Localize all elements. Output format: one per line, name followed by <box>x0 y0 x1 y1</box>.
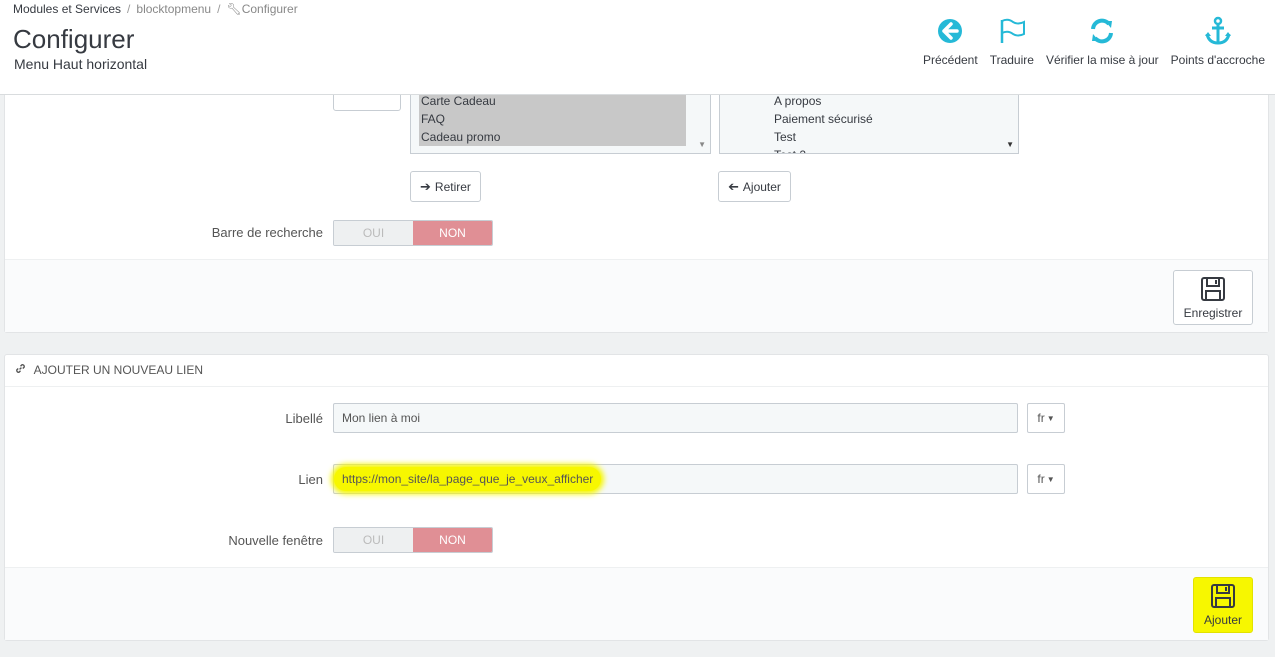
floppy-disk-icon <box>1201 276 1225 301</box>
switch-yes[interactable]: OUI <box>334 528 413 552</box>
arrow-right-icon: ➔ <box>420 178 431 194</box>
save-button-label: Enregistrer <box>1183 305 1243 320</box>
scroll-down-icon[interactable]: ▼ <box>1006 140 1014 149</box>
breadcrumb-item[interactable]: blocktopmenu <box>136 2 211 16</box>
previous-label: Précédent <box>922 53 978 67</box>
link-lang-dropdown[interactable]: fr ▼ <box>1027 464 1065 494</box>
lang-label: fr <box>1037 472 1045 486</box>
panel-footer: Ajouter <box>5 567 1268 640</box>
caret-down-icon: ▼ <box>1046 413 1055 423</box>
page-header: Modules et Services / blocktopmenu / 🔧︎Confi… <box>0 0 1275 95</box>
available-item[interactable]: Paiement sécurisé <box>720 110 1018 128</box>
label-input-value: Mon lien à moi <box>342 411 421 425</box>
caret-down-icon: ▼ <box>1046 474 1055 484</box>
add-link-button-label: Ajouter <box>1203 613 1243 627</box>
new-link-panel: AJOUTER UN NOUVEAU LIEN Libellé Mon lien… <box>4 354 1269 641</box>
link-input-value: https://mon_site/la_page_que_je_veux_aff… <box>334 467 602 491</box>
check-update-label: Vérifier la mise à jour <box>1045 53 1159 67</box>
translate-button[interactable]: Traduire <box>984 16 1040 67</box>
page-title: Configurer <box>13 24 135 54</box>
remove-button[interactable]: ➔ Retirer <box>410 171 481 202</box>
breadcrumb-separator: / <box>217 2 221 16</box>
label-input[interactable]: Mon lien à moi <box>333 403 1018 433</box>
menu-config-panel: Carte Cadeau FAQ Cadeau promo ▼ A propos… <box>4 60 1269 333</box>
selected-item[interactable]: Cadeau promo <box>419 128 686 146</box>
check-update-button[interactable]: Vérifier la mise à jour <box>1040 16 1165 67</box>
save-button[interactable]: Enregistrer <box>1173 270 1253 325</box>
anchor-icon <box>1204 16 1231 45</box>
new-window-label: Nouvelle fenêtre <box>228 533 323 548</box>
flag-icon <box>1000 18 1025 43</box>
search-bar-label: Barre de recherche <box>211 225 323 240</box>
link-input[interactable]: https://mon_site/la_page_que_je_veux_aff… <box>333 464 1018 494</box>
refresh-icon <box>1091 18 1114 44</box>
previous-button[interactable]: Précédent <box>917 16 984 67</box>
hooks-label: Points d'accroche <box>1170 53 1265 67</box>
label-lang-dropdown[interactable]: fr ▼ <box>1027 403 1065 433</box>
hooks-button[interactable]: Points d'accroche <box>1165 16 1271 67</box>
wrench-icon: 🔧︎ <box>226 2 242 16</box>
breadcrumb-current: Configurer <box>241 2 298 16</box>
arrow-circle-left-icon <box>938 19 963 43</box>
panel-heading-title: AJOUTER UN NOUVEAU LIEN <box>33 363 204 377</box>
link-icon <box>15 363 27 377</box>
floppy-disk-icon <box>1211 584 1235 608</box>
link-field-label: Lien <box>298 472 323 487</box>
panel-footer: Enregistrer <box>5 259 1268 332</box>
switch-no[interactable]: NON <box>413 221 492 245</box>
label-field-label: Libellé <box>285 411 323 426</box>
toolbar: Précédent Traduire Vérifier la mise à jo… <box>917 16 1271 67</box>
panel-heading: AJOUTER UN NOUVEAU LIEN <box>5 355 1268 387</box>
search-bar-switch[interactable]: OUI NON <box>333 220 493 246</box>
add-link-button[interactable]: Ajouter <box>1193 577 1253 633</box>
arrow-left-icon: ➔ <box>728 178 739 194</box>
switch-no[interactable]: NON <box>413 528 492 552</box>
lang-label: fr <box>1037 411 1045 425</box>
remove-button-label: Retirer <box>434 179 471 194</box>
add-item-button[interactable]: ➔ Ajouter <box>718 171 791 202</box>
page-subtitle: Menu Haut horizontal <box>14 56 148 72</box>
breadcrumb-separator: / <box>127 2 131 16</box>
switch-yes[interactable]: OUI <box>334 221 413 245</box>
breadcrumb: Modules et Services / blocktopmenu / 🔧︎Confi… <box>13 2 298 16</box>
scroll-down-icon[interactable]: ▼ <box>698 140 706 149</box>
new-window-switch[interactable]: OUI NON <box>333 527 493 553</box>
breadcrumb-item[interactable]: Modules et Services <box>13 2 121 16</box>
add-item-button-label: Ajouter <box>742 179 781 194</box>
available-item[interactable]: Test <box>720 128 1018 146</box>
available-item[interactable]: Test 2 <box>720 146 1018 153</box>
translate-label: Traduire <box>989 53 1034 67</box>
selected-item[interactable]: FAQ <box>419 110 686 128</box>
